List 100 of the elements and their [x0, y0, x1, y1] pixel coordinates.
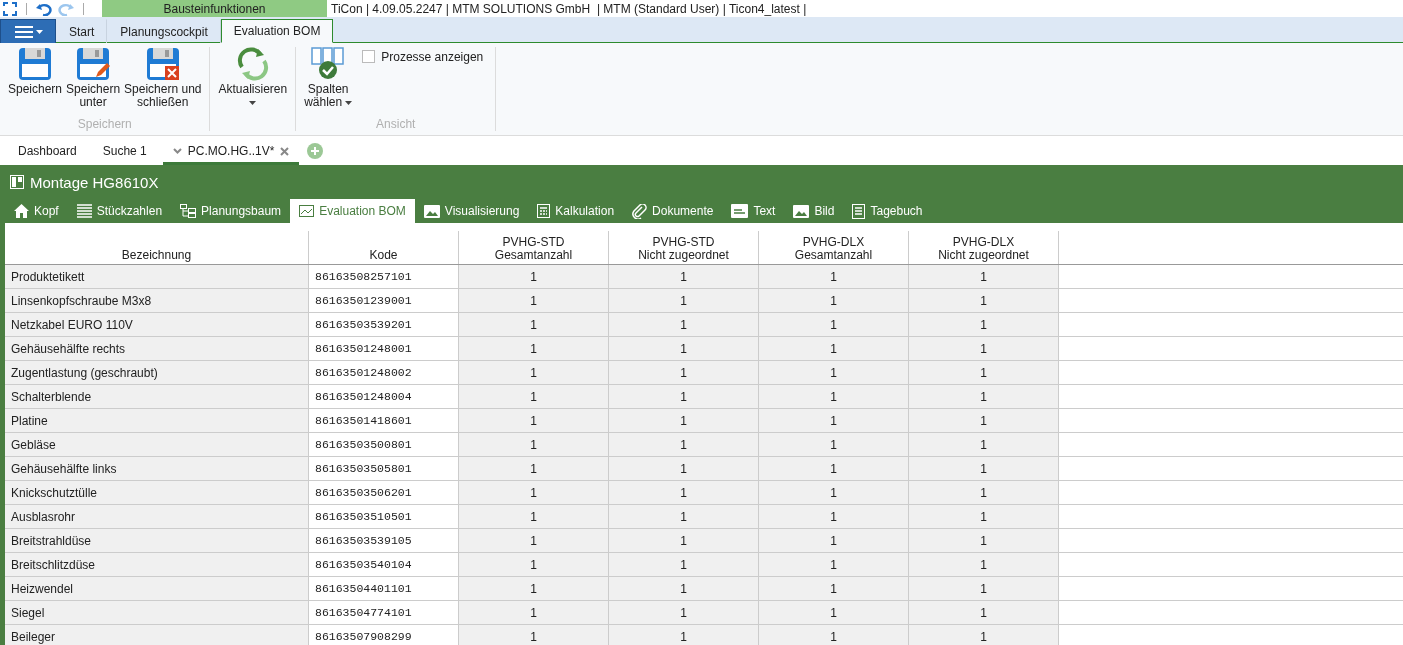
view-tab[interactable]: Planungsbaum	[171, 199, 291, 223]
table-cell: 1	[908, 384, 1059, 409]
view-tab[interactable]: Kalkulation	[528, 199, 624, 223]
table-cell: 1	[458, 480, 609, 505]
table-cell: 1	[608, 384, 759, 409]
calculator-icon	[537, 204, 551, 218]
column-header[interactable]: PVHG-DLX Gesamtanzahl	[758, 231, 909, 265]
document-tab[interactable]: Dashboard	[8, 144, 87, 165]
save-button[interactable]: Speichern und schließen	[122, 47, 204, 109]
table-cell: 1	[458, 408, 609, 433]
paperclip-icon	[632, 203, 648, 219]
table-cell: Schalterblende	[5, 384, 309, 409]
table-cell: 1	[458, 312, 609, 337]
table-cell: 1	[758, 432, 909, 457]
table-cell: 1	[608, 576, 759, 601]
table-cell: Breitschlitzdüse	[5, 552, 309, 577]
table-cell: 1	[908, 576, 1059, 601]
table-cell: 1	[458, 576, 609, 601]
close-icon[interactable]	[280, 146, 290, 156]
columns-button[interactable]: Spalten wählen	[302, 47, 355, 109]
table-cell: 1	[908, 456, 1059, 481]
image-icon	[423, 204, 440, 218]
table-cell: 86163504774101	[308, 600, 459, 625]
table-cell: 1	[608, 264, 759, 289]
table-cell: Siegel	[5, 600, 309, 625]
table-cell: Linsenkopfschraube M3x8	[5, 288, 309, 313]
table-cell: 1	[758, 552, 909, 577]
chart-icon	[299, 205, 315, 217]
undo-icon[interactable]	[36, 1, 52, 16]
table-cell: Platine	[5, 408, 309, 433]
refresh-icon	[235, 47, 270, 81]
image-icon	[793, 204, 810, 218]
ribbon-tab[interactable]: Evaluation BOM	[220, 19, 334, 43]
table-cell: 86163501418601	[308, 408, 459, 433]
document-tab[interactable]: Suche 1	[92, 144, 157, 165]
table-cell: 1	[908, 360, 1059, 385]
list-icon	[76, 204, 92, 218]
view-tab[interactable]: Text	[722, 199, 785, 223]
column-header[interactable]: Kode	[308, 231, 459, 265]
document-title: Montage HG8610X	[30, 173, 159, 191]
table-cell: 1	[908, 264, 1059, 289]
table-cell: Breitstrahldüse	[5, 528, 309, 553]
refresh-button[interactable]: Aktualisieren	[216, 47, 290, 105]
table-cell: Knickschutztülle	[5, 480, 309, 505]
column-header[interactable]: PVHG-STD Nicht zugeordnet	[608, 231, 759, 265]
table-cell: 1	[608, 528, 759, 553]
table-cell: 86163503510501	[308, 504, 459, 529]
table-cell: 1	[758, 312, 909, 337]
table-cell: Gebläse	[5, 432, 309, 457]
table-cell: 1	[608, 600, 759, 625]
table-cell: 1	[758, 384, 909, 409]
table-cell: Netzkabel EURO 110V	[5, 312, 309, 337]
table-cell: 1	[908, 288, 1059, 313]
view-tab[interactable]: Bild	[784, 199, 844, 223]
chevron-down-icon	[172, 148, 182, 154]
columns-check-icon	[311, 47, 346, 81]
table-cell: 1	[908, 480, 1059, 505]
table-cell: 1	[908, 600, 1059, 625]
text-icon	[731, 204, 749, 218]
view-tab[interactable]: Kopf	[5, 199, 68, 223]
column-header[interactable]: PVHG-STD Gesamtanzahl	[458, 231, 609, 265]
table-cell: 1	[608, 288, 759, 313]
table-cell: 1	[908, 408, 1059, 433]
table-cell: Produktetikett	[5, 264, 309, 289]
floppy-pencil-icon	[76, 47, 111, 81]
table-cell: 1	[458, 432, 609, 457]
table-cell: 86163503540104	[308, 552, 459, 577]
column-header[interactable]: Bezeichnung	[5, 231, 309, 265]
table-cell: 1	[758, 576, 909, 601]
table-cell: Beileger	[5, 624, 309, 645]
table-cell: 1	[458, 360, 609, 385]
table-cell: 1	[608, 552, 759, 577]
table-cell: 1	[758, 480, 909, 505]
table-cell: 1	[458, 528, 609, 553]
column-header[interactable]: PVHG-DLX Nicht zugeordnet	[908, 231, 1059, 265]
menu-button[interactable]	[0, 19, 56, 43]
save-button[interactable]: Speichern	[6, 47, 65, 96]
view-tab[interactable]: Stückzahlen	[67, 199, 172, 223]
view-tab[interactable]: Evaluation BOM	[290, 199, 415, 223]
table-cell: 1	[908, 432, 1059, 457]
view-tab[interactable]: Dokumente	[623, 199, 723, 223]
app-icon[interactable]	[3, 1, 17, 16]
table-cell: 86163503506201	[308, 480, 459, 505]
group-label: Speichern	[77, 117, 132, 131]
table-cell: 86163507908299	[308, 624, 459, 645]
view-tab[interactable]: Tagebuch	[843, 199, 932, 223]
table-cell: 1	[758, 600, 909, 625]
notebook-icon	[852, 203, 866, 219]
save-button[interactable]: Speichern unter	[64, 47, 123, 109]
document-icon	[10, 175, 24, 189]
table-cell: 1	[608, 408, 759, 433]
view-tab[interactable]: Visualisierung	[414, 199, 529, 223]
table-cell: 1	[608, 480, 759, 505]
table-cell: 1	[458, 384, 609, 409]
table-cell: 1	[908, 552, 1059, 577]
table-cell: 1	[608, 312, 759, 337]
table-cell: 1	[458, 288, 609, 313]
table-cell: 1	[608, 336, 759, 361]
process-checkbox[interactable]: Prozesse anzeigen	[362, 49, 484, 64]
context-tab[interactable]: Bausteinfunktionen	[102, 0, 327, 17]
